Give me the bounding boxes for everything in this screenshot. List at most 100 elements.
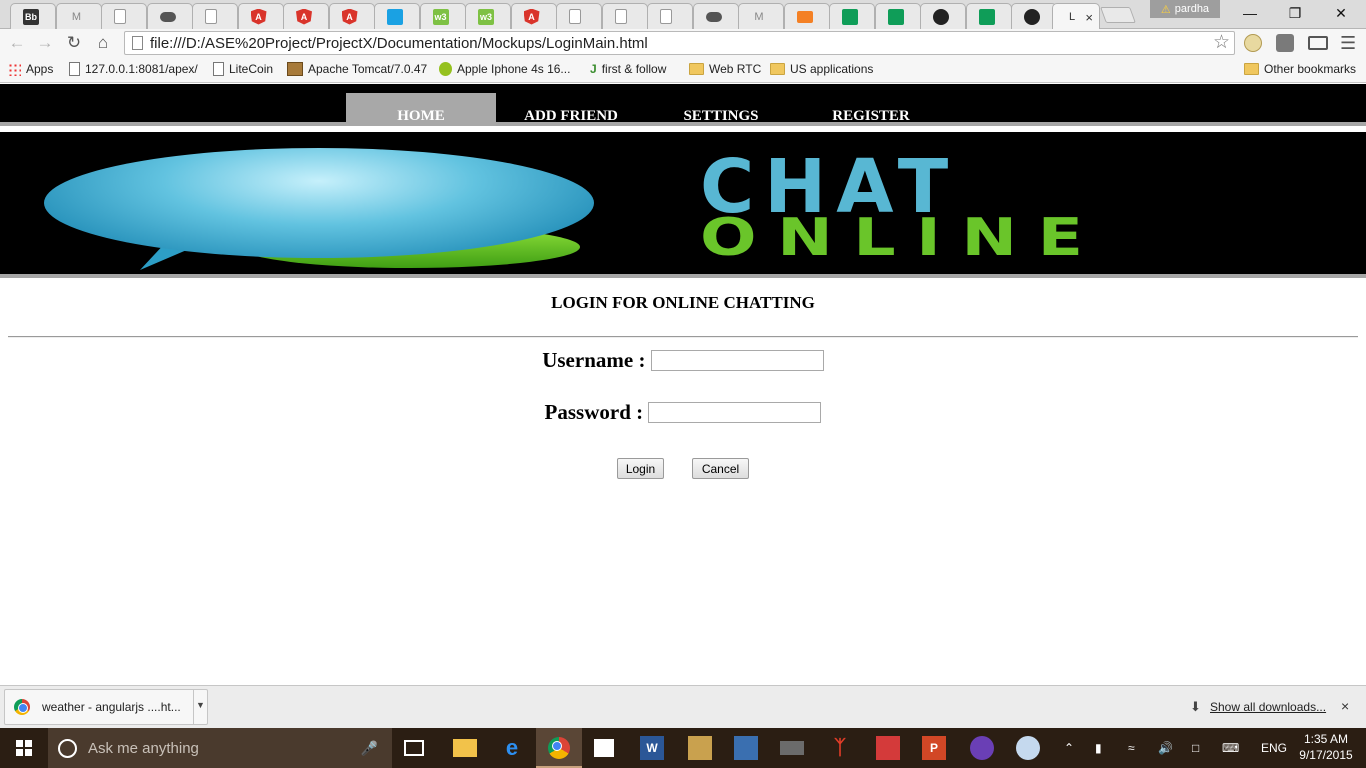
angular-icon: A (523, 8, 540, 25)
tab-doc[interactable] (556, 3, 602, 29)
tab-sheets[interactable] (874, 3, 921, 29)
tab-doc[interactable] (647, 3, 693, 29)
volume-icon[interactable]: 🔊 (1158, 728, 1173, 768)
tab-cloud[interactable] (146, 3, 193, 29)
bookmark-other[interactable]: Other bookmarks (1244, 62, 1356, 76)
close-icon[interactable]: × (1341, 698, 1349, 714)
show-all-downloads-link[interactable]: Show all downloads... (1210, 700, 1326, 714)
cast-icon[interactable] (1308, 36, 1328, 50)
bookmark-label: Other bookmarks (1264, 62, 1357, 76)
start-button[interactable] (0, 728, 48, 768)
close-tab-icon[interactable]: × (1085, 10, 1093, 25)
battery-icon[interactable]: ▮ (1095, 728, 1102, 768)
tab-w3schools[interactable]: w3 (419, 3, 466, 29)
bookmark-litecoin[interactable]: LiteCoin (213, 62, 273, 76)
login-button[interactable]: Login (617, 458, 664, 479)
username-input[interactable] (650, 350, 824, 371)
tab-active[interactable]: L × (1052, 3, 1100, 30)
bookmark-iphone[interactable]: Apple Iphone 4s 16... (439, 62, 570, 76)
task-view-icon[interactable] (404, 740, 424, 756)
tab-blackboard[interactable]: Bb (10, 3, 56, 29)
wifi-icon[interactable]: ≈ (1128, 728, 1135, 768)
download-item[interactable]: weather - angularjs ....ht... ▼ (4, 689, 208, 725)
password-label: Password : (544, 400, 644, 424)
stackoverflow-icon (796, 10, 813, 23)
tab-github[interactable] (1011, 3, 1057, 29)
bookmark-label: 127.0.0.1:8081/apex/ (85, 62, 198, 76)
chevron-down-icon[interactable]: ▼ (193, 690, 207, 724)
tab-gmail[interactable]: M (738, 3, 784, 29)
store-icon[interactable] (594, 739, 614, 757)
tab-cloud[interactable] (692, 3, 739, 29)
tab-angular[interactable]: A (510, 3, 557, 29)
minimize-button[interactable]: — (1235, 4, 1265, 22)
keyboard-icon[interactable]: ⌨ (1222, 728, 1239, 768)
password-input[interactable] (648, 402, 822, 423)
forward-icon[interactable]: → (33, 32, 57, 54)
acrobat-icon[interactable]: ᛉ (828, 736, 852, 760)
nav-register[interactable]: REGISTER (796, 93, 946, 126)
bookmark-apex[interactable]: 127.0.0.1:8081/apex/ (69, 62, 198, 76)
bookmark-us-applications[interactable]: US applications (770, 62, 873, 76)
tab-chat[interactable] (374, 3, 420, 29)
tab-doc[interactable] (601, 3, 648, 29)
cat-app-icon[interactable] (970, 736, 994, 760)
site-nav: HOME ADD FRIEND SETTINGS REGISTER (0, 84, 1366, 126)
bookmark-apps[interactable]: Apps (8, 62, 53, 76)
nav-home[interactable]: HOME (346, 93, 496, 126)
w3schools-icon: w3 (432, 8, 449, 25)
nav-add-friend[interactable]: ADD FRIEND (496, 93, 646, 126)
bookmark-label: first & follow (601, 62, 667, 76)
tab-angular[interactable]: A (328, 3, 375, 29)
file-explorer-icon[interactable] (453, 739, 477, 757)
tab-doc[interactable] (101, 3, 147, 29)
tab-doc[interactable] (192, 3, 238, 29)
microphone-icon[interactable]: 🎤 (361, 740, 378, 757)
tab-sheets[interactable] (829, 3, 875, 29)
tab-w3schools[interactable]: w3 (465, 3, 511, 29)
nav-settings[interactable]: SETTINGS (646, 93, 796, 126)
chrome-taskbar-icon[interactable] (547, 736, 571, 760)
tab-github[interactable] (920, 3, 966, 29)
chat-online-banner: CHAT ONLINE (0, 132, 1366, 278)
username-label: Username : (542, 348, 646, 372)
search-placeholder: Ask me anything (88, 739, 199, 757)
edge-icon[interactable]: e (500, 735, 524, 760)
powerpoint-icon[interactable]: P (922, 736, 946, 760)
tomcat-app-icon[interactable] (688, 736, 712, 760)
back-icon[interactable]: ← (5, 32, 29, 54)
tray-chevron-icon[interactable]: ⌃ (1064, 728, 1074, 768)
divider (8, 336, 1358, 338)
address-bar[interactable]: file:///D:/ASE%20Project/ProjectX/Docume… (124, 31, 1235, 55)
language-indicator[interactable]: ENG (1261, 728, 1287, 768)
sql-icon[interactable] (780, 741, 804, 755)
tab-sheets[interactable] (965, 3, 1012, 29)
new-tab-button[interactable] (1100, 7, 1136, 23)
word-icon[interactable]: W (640, 736, 664, 760)
restore-button[interactable]: ❐ (1280, 4, 1310, 22)
sticky-app-icon[interactable] (876, 736, 900, 760)
home-icon[interactable]: ⌂ (91, 32, 115, 54)
bookmark-webrtc[interactable]: Web RTC (689, 62, 761, 76)
paint-icon[interactable] (1016, 736, 1040, 760)
tab-stackoverflow[interactable] (783, 3, 830, 29)
cancel-button[interactable]: Cancel (692, 458, 749, 479)
clock[interactable]: 1:35 AM 9/17/2015 (1296, 731, 1356, 763)
extension-icon[interactable] (1244, 34, 1262, 52)
tab-angular[interactable]: A (237, 3, 284, 29)
extension-badge-icon[interactable] (1276, 34, 1294, 52)
tab-angular[interactable]: A (283, 3, 329, 29)
angular-icon: A (296, 8, 312, 25)
notification-icon[interactable]: □ (1192, 728, 1199, 768)
reload-icon[interactable]: ↻ (62, 32, 86, 54)
tab-gmail[interactable]: M (55, 3, 102, 29)
address-url[interactable]: file:///D:/ASE%20Project/ProjectX/Docume… (150, 35, 648, 52)
menu-icon[interactable]: ☰ (1340, 33, 1356, 54)
virtualbox-icon[interactable] (734, 736, 758, 760)
bookmark-tomcat[interactable]: Apache Tomcat/7.0.47 (287, 62, 427, 76)
bookmark-star-icon[interactable]: ☆ (1213, 31, 1230, 54)
bookmark-first-follow[interactable]: J first & follow (590, 62, 666, 76)
profile-button[interactable]: ⚠ pardha (1150, 0, 1220, 18)
cortana-search[interactable]: Ask me anything 🎤 (48, 728, 392, 768)
close-window-button[interactable]: ✕ (1326, 4, 1356, 22)
